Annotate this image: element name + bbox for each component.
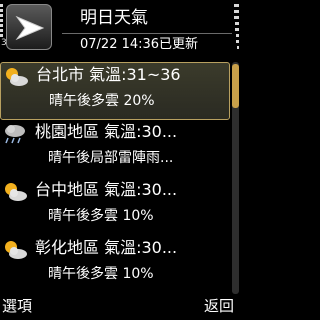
scroll-thumb[interactable] (232, 64, 239, 108)
options-softkey[interactable]: 選項 (2, 297, 32, 315)
list-item[interactable]: 彰化地區 氣溫:30... 晴午後多雲 10% (0, 236, 230, 294)
header-divider (62, 33, 232, 34)
back-softkey[interactable]: 返回 (204, 297, 234, 315)
item-title: 台中地區 氣溫:30... (35, 180, 178, 199)
item-title: 彰化地區 氣溫:30... (35, 238, 178, 257)
item-forecast: 晴午後多雲 10% (48, 266, 154, 282)
partly-cloudy-icon (5, 241, 27, 259)
softkey-bar: 選項 返回 (0, 294, 240, 320)
app-title: 明日天氣 (80, 8, 148, 28)
partly-cloudy-icon (5, 183, 27, 201)
signal-strength-icon (0, 4, 4, 38)
screen: 3.5G 明日天氣 07/22 14:36已更新 (0, 0, 240, 320)
partly-cloudy-icon (6, 68, 28, 86)
item-title: 桃園地區 氣溫:30... (35, 122, 178, 141)
item-forecast: 晴午後多雲 10% (48, 208, 154, 224)
list-item[interactable]: 桃園地區 氣溫:30... 晴午後局部雷陣雨... (0, 120, 230, 178)
weather-list: 台北市 氣溫:31~36 晴午後多雲 20% 桃園地區 氣溫:30... 晴午後… (0, 62, 230, 294)
item-title: 台北市 氣溫:31~36 (36, 65, 181, 84)
arrow-logo-icon (6, 4, 52, 50)
scrollbar[interactable] (232, 62, 239, 294)
list-item[interactable]: 台北市 氣溫:31~36 晴午後多雲 20% (0, 62, 230, 120)
header: 3.5G 明日天氣 07/22 14:36已更新 (0, 0, 240, 60)
thunderstorm-icon (5, 125, 25, 144)
update-time: 07/22 14:36已更新 (80, 37, 199, 52)
item-forecast: 晴午後局部雷陣雨... (48, 150, 174, 166)
battery-level-icon (234, 4, 239, 54)
list-item[interactable]: 台中地區 氣溫:30... 晴午後多雲 10% (0, 178, 230, 236)
item-forecast: 晴午後多雲 20% (49, 93, 155, 109)
